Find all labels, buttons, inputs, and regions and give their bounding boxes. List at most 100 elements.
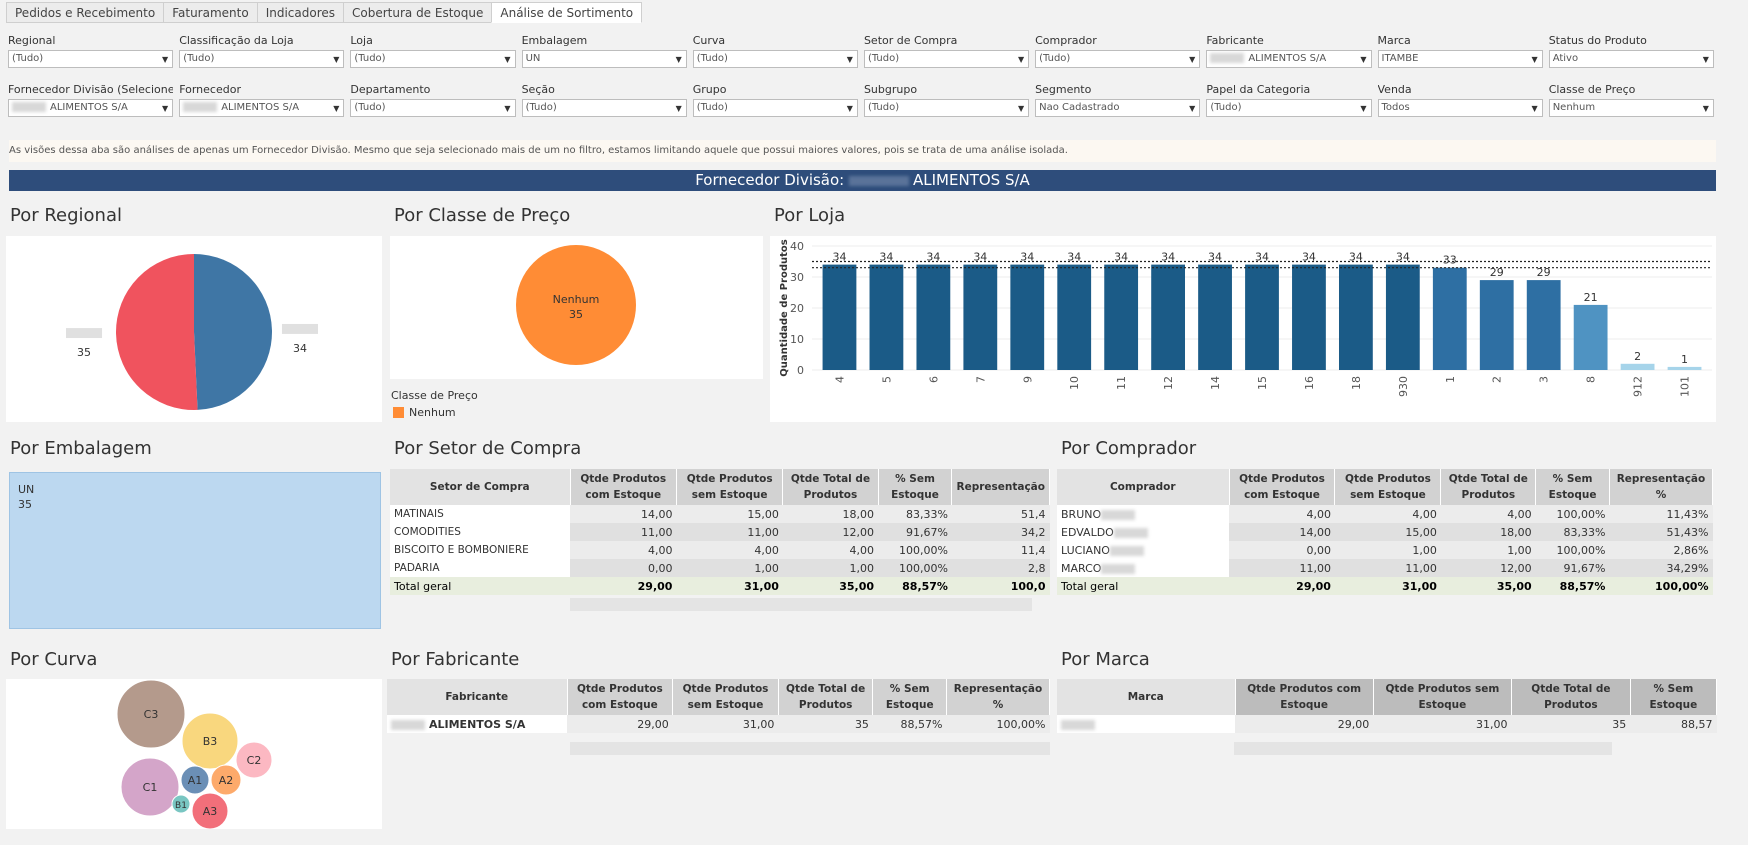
filter-dropdown[interactable]: ITAMBE ▼ — [1377, 50, 1543, 68]
filter-dropdown[interactable]: (Tudo) ▼ — [1206, 99, 1372, 117]
bar-value-label: 1 — [1681, 353, 1688, 366]
filter-dropdown[interactable]: (Tudo) ▼ — [179, 50, 345, 68]
horizontal-scrollbar[interactable] — [1234, 742, 1612, 755]
x-tick-label: 12 — [1162, 376, 1175, 390]
filter-dropdown[interactable]: Nao Cadastrado ▼ — [1035, 99, 1201, 117]
column-header[interactable]: Qtde Produtos sem Estoque — [672, 679, 779, 715]
column-header[interactable]: Qtde Produtos com Estoque — [567, 679, 674, 715]
filter-dropdown[interactable]: Ativo ▼ — [1548, 50, 1714, 68]
filter-dropdown[interactable]: ALIMENTOS S/A ▼ — [8, 99, 174, 117]
loja-panel: 0 10 20 30 40 Quantidade de Produtos 34 4 34 5 34 6… — [770, 236, 1716, 422]
bar[interactable] — [1057, 264, 1092, 370]
column-header[interactable]: Qtde Produtos com Estoque — [1235, 679, 1374, 715]
total-row: Total geral 29,00 31,00 35,00 88,57% 100,0 — [390, 577, 1050, 595]
horizontal-scrollbar[interactable] — [570, 598, 1032, 611]
tab-4[interactable]: Análise de Sortimento — [491, 2, 643, 23]
table-cell: 11,00 — [1229, 559, 1335, 577]
column-header[interactable]: % Sem Estoque — [1535, 469, 1610, 505]
table-cell: 2,8 — [951, 559, 1050, 577]
column-header[interactable]: Qtde Produtos sem Estoque — [676, 469, 784, 505]
filter-label: Curva — [692, 34, 726, 47]
column-header[interactable]: % Sem Estoque — [872, 679, 947, 715]
column-header[interactable]: Marca — [1057, 679, 1236, 715]
column-header[interactable]: Representação % — [946, 679, 1051, 715]
redacted-text — [12, 102, 46, 112]
column-header[interactable]: Qtde Total de Produtos — [778, 679, 874, 715]
curva-panel: C3 B3 C2 C1 A1 A2 B1 A3 — [6, 679, 382, 830]
filter-dropdown[interactable]: Nenhum ▼ — [1548, 99, 1714, 117]
embalagem-treemap[interactable]: UN 35 — [9, 472, 381, 629]
column-header[interactable]: Qtde Total de Produtos — [782, 469, 879, 505]
bar[interactable] — [869, 264, 904, 370]
bar[interactable] — [1292, 264, 1326, 370]
bar[interactable] — [1010, 264, 1045, 370]
tab-2[interactable]: Indicadores — [256, 2, 343, 23]
filter-value: Ativo — [1552, 53, 1579, 64]
redacted-text — [1109, 545, 1144, 556]
filter-dropdown[interactable]: (Tudo) ▼ — [863, 99, 1030, 117]
bar[interactable] — [916, 264, 951, 370]
filter-dropdown[interactable]: (Tudo) ▼ — [692, 50, 858, 68]
bar[interactable] — [1526, 280, 1561, 370]
column-header[interactable]: Qtde Produtos com Estoque — [1229, 469, 1336, 505]
filter-dropdown[interactable]: (Tudo) ▼ — [863, 50, 1030, 68]
bar[interactable] — [1385, 264, 1420, 370]
bar[interactable] — [1573, 304, 1608, 370]
column-header[interactable]: % Sem Estoque — [1630, 679, 1718, 715]
bar[interactable] — [1479, 280, 1514, 370]
column-header[interactable]: % Sem Estoque — [878, 469, 953, 505]
bar[interactable] — [1245, 264, 1279, 370]
row-label: MATINAIS — [390, 505, 570, 523]
redacted-text — [391, 719, 425, 730]
column-header[interactable]: Setor de Compra — [390, 469, 571, 505]
bar[interactable] — [1338, 264, 1373, 370]
filter: Fornecedor Divisão (Selecione) ALIMENTOS … — [8, 83, 179, 117]
filter-dropdown[interactable]: UN ▼ — [521, 50, 687, 68]
filter-label: Loja — [350, 34, 373, 47]
table-cell: 4,00 — [1440, 505, 1536, 523]
curva-bubble-chart: C3 B3 C2 C1 A1 A2 B1 A3 — [116, 679, 273, 830]
row-label: BRUNO — [1057, 505, 1229, 523]
pie-slice[interactable] — [116, 254, 198, 410]
column-header[interactable]: Qtde Produtos sem Estoque — [1334, 469, 1442, 505]
tab-0[interactable]: Pedidos e Recebimento — [6, 2, 164, 23]
column-header[interactable]: Representação % — [1609, 469, 1714, 505]
tab-3[interactable]: Cobertura de Estoque — [343, 2, 492, 23]
filter-dropdown[interactable]: ALIMENTOS S/A ▼ — [1206, 50, 1372, 68]
column-header[interactable]: Qtde Total de Produtos — [1511, 679, 1631, 715]
table-row: 29,00 31,00 35 88,57 — [1057, 715, 1717, 733]
column-header[interactable]: Comprador — [1057, 469, 1230, 505]
filter: Classe de Preço Nenhum ▼ — [1548, 83, 1720, 117]
x-tick-label: 1 — [1444, 376, 1457, 383]
column-header[interactable]: Fabricante — [387, 679, 568, 715]
filter-dropdown[interactable]: (Tudo) ▼ — [350, 99, 516, 117]
bar[interactable] — [1620, 363, 1655, 370]
bar[interactable] — [1104, 264, 1139, 370]
table-row: EDVALDO 14,00 15,00 18,00 83,33% 51,43% — [1057, 523, 1713, 541]
column-header[interactable]: Qtde Produtos com Estoque — [570, 469, 677, 505]
filter-dropdown[interactable]: (Tudo) ▼ — [350, 50, 516, 68]
bar[interactable] — [1198, 264, 1232, 370]
horizontal-scrollbar[interactable] — [570, 742, 1050, 755]
column-header[interactable]: Representação — [951, 469, 1050, 505]
column-header[interactable]: Qtde Produtos sem Estoque — [1373, 679, 1513, 715]
filter-dropdown[interactable]: ALIMENTOS S/A ▼ — [179, 99, 345, 117]
bar[interactable] — [1151, 264, 1186, 370]
bar[interactable] — [963, 264, 998, 370]
filter-label: Segmento — [1035, 83, 1092, 96]
classe-legend-item[interactable]: Nenhum — [393, 406, 456, 419]
filter-dropdown[interactable]: (Tudo) ▼ — [8, 50, 174, 68]
table-cell: 29,00 — [570, 577, 677, 595]
bar-value-label: 21 — [1584, 291, 1598, 304]
redacted-text — [1113, 527, 1148, 538]
filter-dropdown[interactable]: (Tudo) ▼ — [692, 99, 858, 117]
filter-dropdown[interactable]: (Tudo) ▼ — [1035, 50, 1201, 68]
bar[interactable] — [822, 264, 857, 370]
pie-slice[interactable] — [194, 254, 273, 410]
tab-1[interactable]: Faturamento — [163, 2, 257, 23]
bar[interactable] — [1432, 267, 1467, 370]
filter-dropdown[interactable]: Todos ▼ — [1377, 99, 1543, 117]
column-header[interactable]: Qtde Total de Produtos — [1440, 469, 1537, 505]
bar[interactable] — [1667, 366, 1702, 370]
filter-dropdown[interactable]: (Tudo) ▼ — [521, 99, 687, 117]
